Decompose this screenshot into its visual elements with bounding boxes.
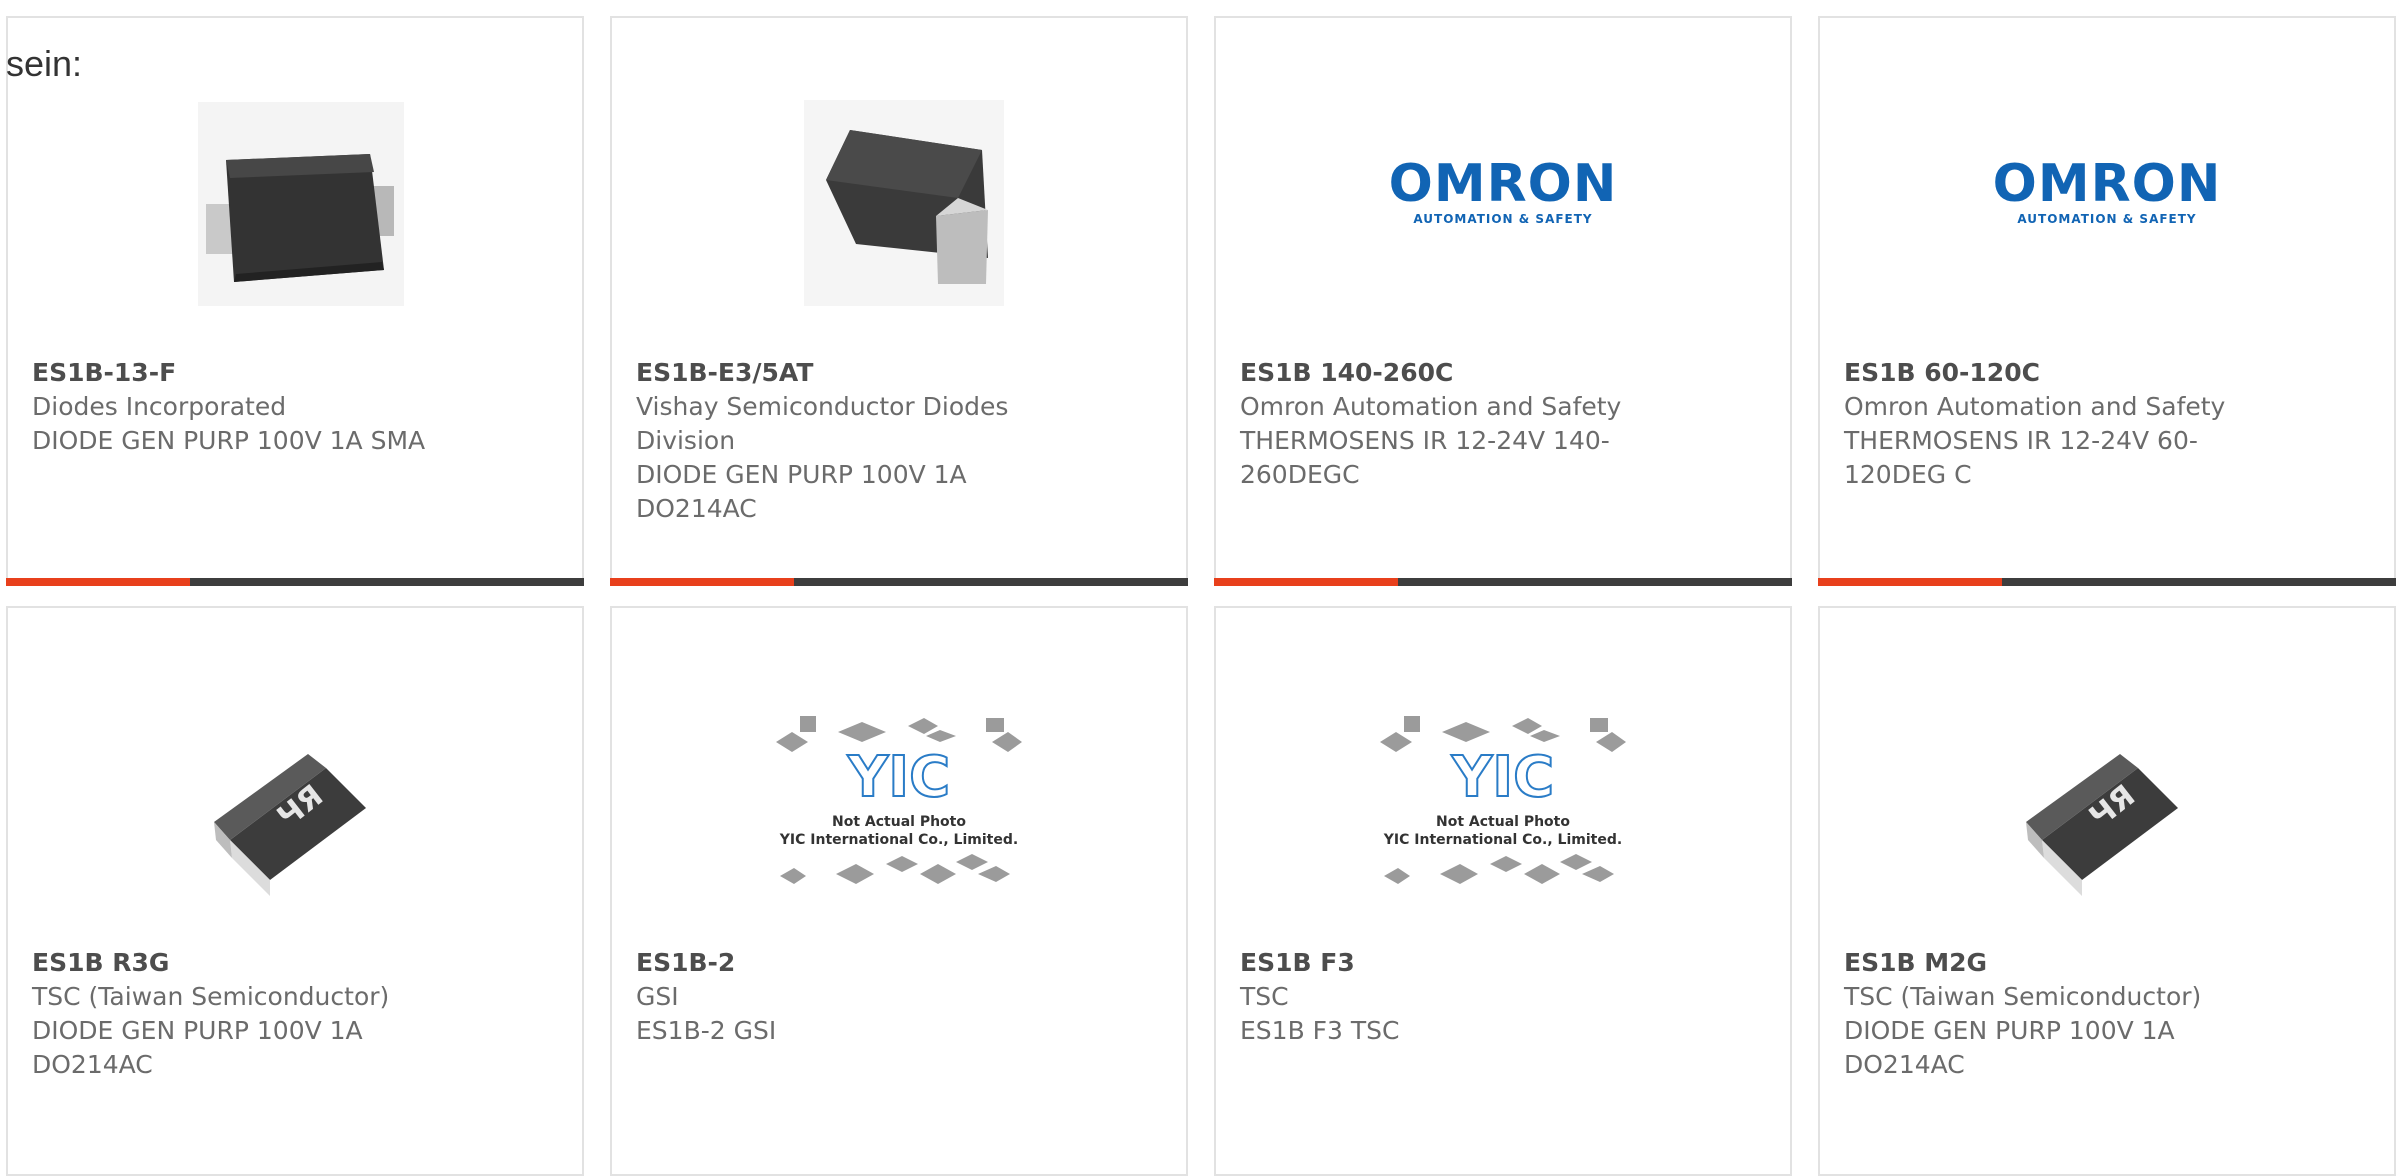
svg-text:YIC International Co., Limited: YIC International Co., Limited. [1383, 832, 1622, 848]
intro-text: sein: [6, 43, 83, 84]
card-bottom-bar [6, 578, 584, 586]
product-image-tsc-diode[interactable]: ЧЯ [8, 676, 582, 906]
product-image-tsc-diode[interactable]: ЧЯ [1820, 676, 2394, 906]
manufacturer: Omron Automation and Safety [1240, 392, 1622, 421]
manufacturer: TSC (Taiwan Semiconductor) [32, 982, 390, 1011]
card-bottom-bar [1818, 578, 2396, 586]
omron-logo[interactable]: OMRON AUTOMATION & SAFETY [1216, 86, 1790, 316]
part-number[interactable]: ES1B R3G [32, 946, 452, 980]
yic-logo-icon: YIC [847, 745, 950, 810]
product-image-sma-diode[interactable] [8, 86, 582, 316]
card-accent-bar [610, 578, 794, 586]
omron-logo-text: OMRON [1388, 154, 1618, 214]
manufacturer: Omron Automation and Safety [1844, 392, 2226, 421]
product-card[interactable]: OMRON AUTOMATION & SAFETY ES1B 60-120C O… [1818, 16, 2396, 586]
omron-logo[interactable]: OMRON AUTOMATION & SAFETY [1820, 86, 2394, 316]
description: ES1B-2 GSI [636, 1016, 777, 1045]
card-accent-bar [6, 578, 190, 586]
yic-placeholder-image[interactable]: YIC Not Actual Photo YIC International C… [612, 676, 1186, 906]
card-bottom-bar [1214, 578, 1792, 586]
description: ES1B F3 TSC [1240, 1016, 1400, 1045]
part-number[interactable]: ES1B 60-120C [1844, 356, 2264, 390]
part-number[interactable]: ES1B M2G [1844, 946, 2264, 980]
omron-logo-text: OMRON [1992, 154, 2222, 214]
part-number[interactable]: ES1B-13-F [32, 356, 452, 390]
manufacturer: TSC (Taiwan Semiconductor) [1844, 982, 2202, 1011]
part-number[interactable]: ES1B-E3/5AT [636, 356, 1056, 390]
product-image-do214ac-diode[interactable] [612, 86, 1186, 316]
product-card[interactable]: YIC Not Actual Photo YIC International C… [610, 606, 1188, 1176]
card-bottom-bar [610, 578, 1188, 586]
product-card[interactable]: ES1B-E3/5AT Vishay Semiconductor Diodes … [610, 16, 1188, 586]
yic-placeholder-image[interactable]: YIC Not Actual Photo YIC International C… [1216, 676, 1790, 906]
product-card[interactable]: ES1B-13-F Diodes Incorporated DIODE GEN … [6, 16, 584, 586]
description: DIODE GEN PURP 100V 1A DO214AC [1844, 1016, 2175, 1079]
product-card[interactable]: OMRON AUTOMATION & SAFETY ES1B 140-260C … [1214, 16, 1792, 586]
manufacturer: Vishay Semiconductor Diodes Division [636, 392, 1009, 455]
card-accent-bar [1818, 578, 2002, 586]
description: THERMOSENS IR 12-24V 140-260DEGC [1240, 426, 1610, 489]
part-number[interactable]: ES1B F3 [1240, 946, 1660, 980]
svg-text:Not Actual Photo: Not Actual Photo [832, 814, 966, 830]
omron-logo-subtext: AUTOMATION & SAFETY [2017, 212, 2197, 226]
product-card[interactable]: ЧЯ ES1B M2G TSC (Taiwan Semiconductor) D… [1818, 606, 2396, 1176]
description: THERMOSENS IR 12-24V 60-120DEG C [1844, 426, 2198, 489]
product-card[interactable]: YIC Not Actual Photo YIC International C… [1214, 606, 1792, 1176]
omron-logo-subtext: AUTOMATION & SAFETY [1413, 212, 1593, 226]
yic-logo-icon: YIC [1451, 745, 1554, 810]
description: DIODE GEN PURP 100V 1A SMA [32, 426, 426, 455]
manufacturer: TSC [1240, 982, 1289, 1011]
manufacturer: Diodes Incorporated [32, 392, 287, 421]
svg-text:YIC International Co., Limited: YIC International Co., Limited. [779, 832, 1018, 848]
card-accent-bar [1214, 578, 1398, 586]
part-number[interactable]: ES1B 140-260C [1240, 356, 1660, 390]
part-number[interactable]: ES1B-2 [636, 946, 1056, 980]
description: DIODE GEN PURP 100V 1A DO214AC [636, 460, 967, 523]
description: DIODE GEN PURP 100V 1A DO214AC [32, 1016, 363, 1079]
svg-text:Not Actual Photo: Not Actual Photo [1436, 814, 1570, 830]
manufacturer: GSI [636, 982, 679, 1011]
product-card[interactable]: ЧЯ ES1B R3G TSC (Taiwan Semiconductor) D… [6, 606, 584, 1176]
